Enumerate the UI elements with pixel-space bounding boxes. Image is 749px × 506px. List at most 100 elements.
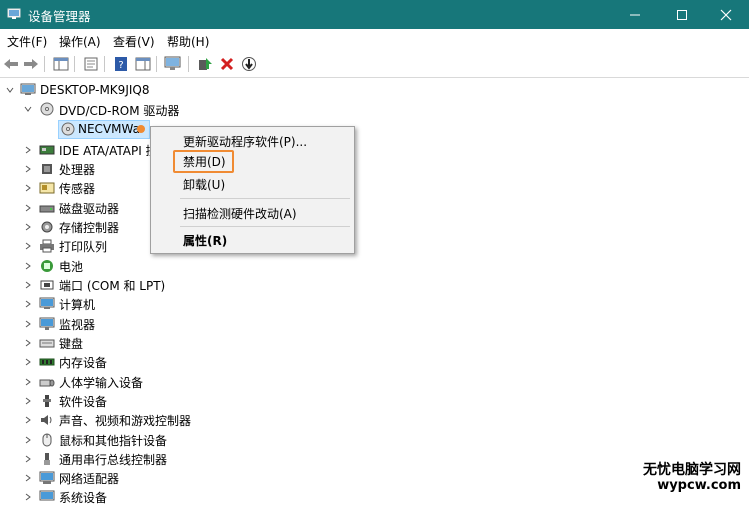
expand-chevron-icon[interactable]	[23, 164, 33, 174]
monitor-category[interactable]: 监视器	[59, 316, 95, 333]
collapse-chevron-icon[interactable]	[5, 85, 15, 95]
dvd-cdrom-category[interactable]: DVD/CD-ROM 驱动器	[59, 102, 179, 119]
storage-category[interactable]: 存储控制器	[59, 219, 119, 236]
expand-chevron-icon[interactable]	[23, 222, 33, 232]
disc-drive-icon	[40, 102, 54, 116]
menu-bar: 文件(F) 操作(A) 查看(V) 帮助(H)	[0, 29, 749, 51]
network-category[interactable]: 网络适配器	[59, 470, 119, 487]
cursor-badge-icon	[137, 125, 145, 133]
expand-chevron-icon[interactable]	[23, 299, 33, 309]
title-bar: 设备管理器	[0, 0, 749, 29]
expand-chevron-icon[interactable]	[23, 396, 33, 406]
expand-chevron-icon[interactable]	[23, 241, 33, 251]
watermark: 无忧电脑学习网 wypcw.com	[643, 463, 741, 494]
uninstall-menu-item[interactable]: 卸载(U)	[183, 176, 225, 193]
update-driver-icon	[199, 58, 212, 70]
watermark-url: wypcw.com	[657, 478, 741, 493]
expand-chevron-icon[interactable]	[23, 261, 33, 271]
root-computer-label[interactable]: DESKTOP-MK9JIQ8	[40, 83, 149, 97]
toolbar-separator	[104, 56, 105, 72]
update-driver-menu-item[interactable]: 更新驱动程序软件(P)...	[183, 133, 307, 150]
hid-category[interactable]: 人体学输入设备	[59, 374, 143, 391]
help-button[interactable]: ?	[112, 55, 130, 73]
close-button[interactable]	[703, 0, 749, 29]
ide-controller-icon	[39, 145, 55, 155]
disc-drive-icon	[61, 122, 75, 136]
software-device-icon	[43, 395, 51, 407]
show-hide-tree-button[interactable]	[52, 55, 70, 73]
monitor-scan-icon	[164, 56, 181, 70]
forward-button[interactable]	[22, 55, 40, 73]
keyboard-category[interactable]: 键盘	[59, 335, 83, 352]
menu-separator	[180, 198, 350, 199]
ide-category[interactable]: IDE ATA/ATAPI 控	[59, 142, 158, 159]
dvd-device-label[interactable]: NECVMWa	[78, 122, 140, 136]
battery-category[interactable]: 电池	[59, 258, 83, 275]
expand-chevron-icon[interactable]	[23, 145, 33, 155]
computer-category[interactable]: 计算机	[59, 296, 95, 313]
disk-drive-icon	[39, 205, 55, 213]
collapse-chevron-icon[interactable]	[23, 104, 33, 114]
maximize-button[interactable]	[659, 0, 705, 29]
toolbar-separator	[156, 56, 157, 72]
expand-chevron-icon[interactable]	[23, 492, 33, 502]
disable-device-button[interactable]	[240, 55, 258, 73]
print-queue-category[interactable]: 打印队列	[59, 238, 107, 255]
forward-arrow-icon	[24, 59, 38, 69]
system-device-icon	[39, 490, 55, 501]
action-pane-button[interactable]	[134, 55, 152, 73]
processor-icon	[42, 164, 52, 174]
update-driver-button[interactable]	[196, 55, 214, 73]
expand-chevron-icon[interactable]	[23, 435, 33, 445]
console-tree-icon	[53, 57, 69, 71]
menu-action[interactable]: 操作(A)	[59, 33, 101, 50]
memory-category[interactable]: 内存设备	[59, 354, 107, 371]
svg-text:?: ?	[118, 60, 123, 71]
audio-category[interactable]: 声音、视频和游戏控制器	[59, 412, 191, 429]
minimize-button[interactable]	[612, 0, 658, 29]
help-book-icon: ?	[115, 57, 127, 71]
storage-controller-icon	[41, 221, 53, 233]
hid-icon	[39, 379, 55, 387]
expand-chevron-icon[interactable]	[23, 454, 33, 464]
uninstall-button[interactable]	[218, 55, 236, 73]
menu-file[interactable]: 文件(F)	[7, 33, 47, 50]
ports-category[interactable]: 端口 (COM 和 LPT)	[59, 277, 165, 294]
properties-menu-item[interactable]: 属性(R)	[183, 232, 227, 249]
menu-help[interactable]: 帮助(H)	[167, 33, 209, 50]
disable-arrow-icon	[242, 57, 256, 71]
port-icon	[40, 280, 54, 290]
disable-menu-item[interactable]: 禁用(D)	[183, 153, 226, 170]
action-pane-icon	[135, 57, 151, 71]
minimize-icon	[630, 14, 640, 15]
scan-hardware-menu-item[interactable]: 扫描检测硬件改动(A)	[183, 205, 297, 222]
properties-button[interactable]	[82, 55, 100, 73]
scan-hardware-button[interactable]	[164, 55, 182, 73]
device-tree: DESKTOP-MK9JIQ8 DVD/CD-ROM 驱动器 NECVMWa I…	[0, 78, 749, 505]
disk-category[interactable]: 磁盘驱动器	[59, 200, 119, 217]
system-category[interactable]: 系统设备	[59, 489, 107, 506]
expand-chevron-icon[interactable]	[23, 377, 33, 387]
menu-view[interactable]: 查看(V)	[113, 33, 155, 50]
window-title: 设备管理器	[28, 9, 91, 24]
sensor-category[interactable]: 传感器	[59, 180, 95, 197]
expand-chevron-icon[interactable]	[23, 338, 33, 348]
mouse-category[interactable]: 鼠标和其他指针设备	[59, 432, 167, 449]
software-category[interactable]: 软件设备	[59, 393, 107, 410]
expand-chevron-icon[interactable]	[23, 473, 33, 483]
context-menu: 更新驱动程序软件(P)... 禁用(D) 卸载(U) 扫描检测硬件改动(A) 属…	[150, 126, 355, 254]
printer-icon	[40, 239, 54, 253]
battery-icon	[41, 260, 53, 272]
expand-chevron-icon[interactable]	[23, 357, 33, 367]
properties-sheet-icon	[84, 57, 98, 71]
monitor-icon	[39, 317, 55, 330]
expand-chevron-icon[interactable]	[23, 319, 33, 329]
processor-category[interactable]: 处理器	[59, 161, 95, 178]
device-manager-icon	[7, 8, 21, 19]
back-button[interactable]	[2, 55, 20, 73]
usb-category[interactable]: 通用串行总线控制器	[59, 451, 167, 468]
expand-chevron-icon[interactable]	[23, 203, 33, 213]
expand-chevron-icon[interactable]	[23, 183, 33, 193]
expand-chevron-icon[interactable]	[23, 280, 33, 290]
expand-chevron-icon[interactable]	[23, 415, 33, 425]
